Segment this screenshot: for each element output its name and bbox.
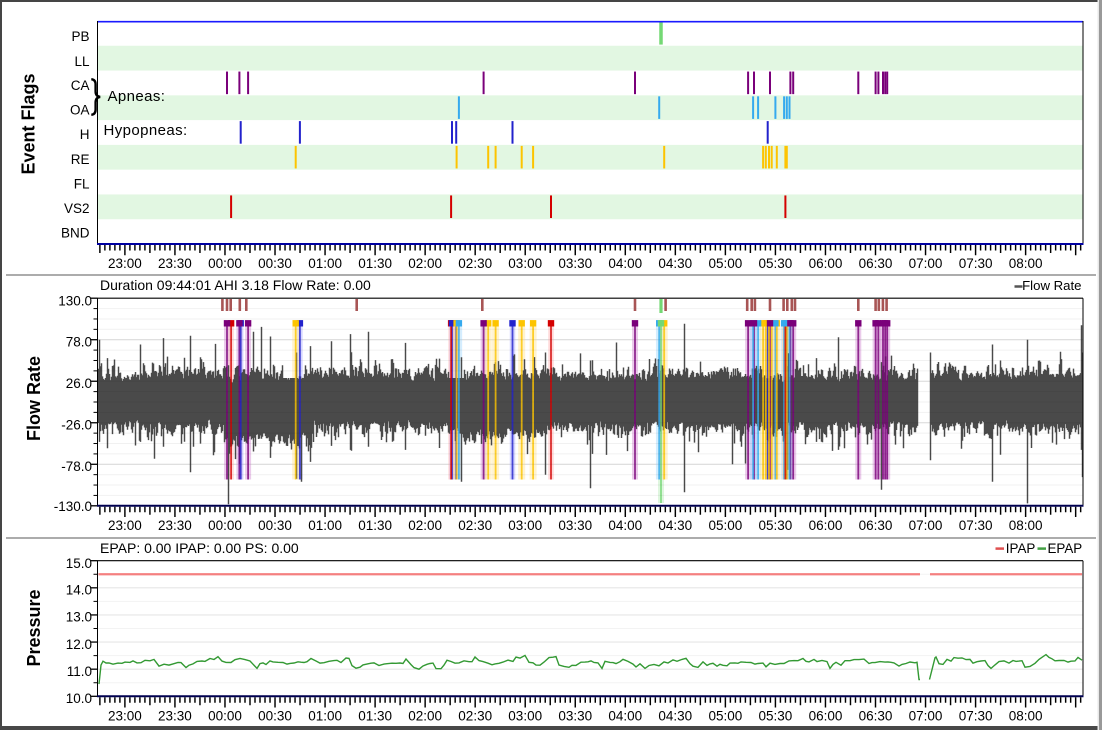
svg-text:VS2: VS2 [64, 201, 90, 216]
svg-text:10.0: 10.0 [66, 691, 92, 706]
svg-text:02:00: 02:00 [408, 256, 442, 271]
svg-text:02:30: 02:30 [458, 256, 492, 271]
svg-text:06:00: 06:00 [809, 518, 843, 533]
svg-text:07:00: 07:00 [909, 256, 943, 271]
svg-text:08:00: 08:00 [1009, 518, 1043, 533]
svg-text:01:00: 01:00 [308, 256, 342, 271]
svg-text:04:00: 04:00 [608, 708, 642, 723]
svg-text:26.0: 26.0 [66, 376, 92, 391]
svg-text:04:30: 04:30 [658, 256, 692, 271]
svg-text:RE: RE [71, 152, 90, 167]
svg-text:78.0: 78.0 [66, 334, 92, 349]
svg-text:01:30: 01:30 [358, 518, 392, 533]
svg-text:12.0: 12.0 [66, 637, 92, 652]
svg-text:01:30: 01:30 [358, 708, 392, 723]
svg-text:06:30: 06:30 [859, 518, 893, 533]
svg-text:02:30: 02:30 [458, 518, 492, 533]
svg-text:23:00: 23:00 [108, 256, 142, 271]
svg-text:23:30: 23:30 [158, 518, 192, 533]
svg-text:Hypopneas:: Hypopneas: [104, 122, 188, 139]
svg-text:08:00: 08:00 [1009, 256, 1043, 271]
svg-text:11.0: 11.0 [67, 664, 92, 679]
svg-text:05:00: 05:00 [709, 518, 743, 533]
svg-text:Duration 09:44:01 AHI 3.18 Flo: Duration 09:44:01 AHI 3.18 Flow Rate: 0.… [100, 277, 371, 293]
svg-text:14.0: 14.0 [66, 583, 92, 598]
svg-text:05:30: 05:30 [759, 708, 793, 723]
svg-text:05:00: 05:00 [709, 256, 743, 271]
svg-text:05:30: 05:30 [759, 256, 793, 271]
svg-text:05:30: 05:30 [759, 518, 793, 533]
svg-text:06:30: 06:30 [859, 708, 893, 723]
svg-text:04:30: 04:30 [658, 518, 692, 533]
svg-text:IPAP: IPAP [1006, 541, 1036, 556]
svg-text:BND: BND [61, 226, 90, 241]
svg-text:00:30: 00:30 [258, 256, 292, 271]
svg-text:00:00: 00:00 [208, 518, 242, 533]
svg-text:LL: LL [74, 54, 90, 69]
svg-text:03:30: 03:30 [558, 256, 592, 271]
svg-text:06:00: 06:00 [809, 256, 843, 271]
svg-text:-130.0: -130.0 [54, 499, 92, 514]
svg-text:07:00: 07:00 [909, 518, 943, 533]
svg-text:OA: OA [70, 103, 90, 118]
svg-text:04:00: 04:00 [608, 256, 642, 271]
svg-text:03:00: 03:00 [508, 256, 542, 271]
svg-text:15.0: 15.0 [66, 556, 92, 571]
svg-text:03:30: 03:30 [558, 708, 592, 723]
svg-text:07:30: 07:30 [959, 708, 993, 723]
svg-text:23:00: 23:00 [108, 708, 142, 723]
svg-text:06:30: 06:30 [859, 256, 893, 271]
svg-text:06:00: 06:00 [809, 708, 843, 723]
svg-text:04:30: 04:30 [658, 708, 692, 723]
svg-text:07:00: 07:00 [909, 708, 943, 723]
svg-text:-78.0: -78.0 [61, 459, 92, 474]
svg-text:Pressure: Pressure [24, 589, 44, 666]
svg-text:08:00: 08:00 [1009, 708, 1043, 723]
svg-text:Event Flags: Event Flags [19, 73, 39, 174]
svg-text:23:00: 23:00 [108, 518, 142, 533]
svg-text:23:30: 23:30 [158, 256, 192, 271]
svg-text:H: H [80, 127, 90, 142]
svg-text:Flow Rate: Flow Rate [1022, 278, 1081, 293]
svg-text:Flow Rate: Flow Rate [24, 356, 44, 441]
svg-text:Apneas:: Apneas: [108, 88, 166, 105]
svg-text:00:30: 00:30 [258, 708, 292, 723]
svg-text:07:30: 07:30 [959, 518, 993, 533]
svg-text:03:00: 03:00 [508, 518, 542, 533]
svg-text:-26.0: -26.0 [61, 418, 92, 433]
svg-text:EPAP: 0.00 IPAP: 0.00 PS: 0.00: EPAP: 0.00 IPAP: 0.00 PS: 0.00 [100, 540, 299, 556]
svg-text:FL: FL [74, 177, 90, 192]
svg-text:00:00: 00:00 [208, 708, 242, 723]
svg-text:00:00: 00:00 [208, 256, 242, 271]
svg-text:13.0: 13.0 [66, 610, 92, 625]
svg-text:01:30: 01:30 [358, 256, 392, 271]
svg-text:23:30: 23:30 [158, 708, 192, 723]
svg-text:PB: PB [71, 29, 89, 44]
svg-text:EPAP: EPAP [1048, 541, 1083, 556]
svg-text:07:30: 07:30 [959, 256, 993, 271]
svg-text:04:00: 04:00 [608, 518, 642, 533]
svg-text:05:00: 05:00 [709, 708, 743, 723]
svg-text:01:00: 01:00 [308, 708, 342, 723]
svg-text:01:00: 01:00 [308, 518, 342, 533]
svg-text:02:00: 02:00 [408, 518, 442, 533]
svg-text:03:00: 03:00 [508, 708, 542, 723]
svg-text:130.0: 130.0 [58, 294, 92, 309]
svg-text:02:30: 02:30 [458, 708, 492, 723]
svg-text:02:00: 02:00 [408, 708, 442, 723]
svg-text:CA: CA [71, 78, 90, 93]
svg-text:03:30: 03:30 [558, 518, 592, 533]
svg-text:00:30: 00:30 [258, 518, 292, 533]
